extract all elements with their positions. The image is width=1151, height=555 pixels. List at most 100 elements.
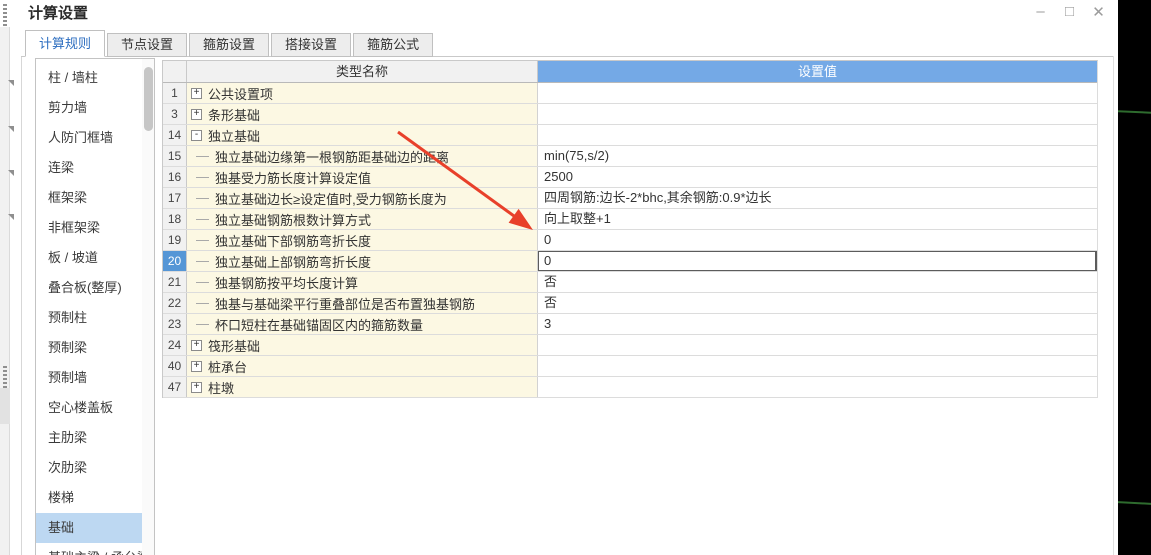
setting-value-cell[interactable]: 0	[538, 230, 1097, 250]
setting-value-cell[interactable]	[538, 335, 1097, 355]
setting-value-cell[interactable]: 向上取整+1	[538, 209, 1097, 229]
sidebar-item[interactable]: 次肋梁	[36, 453, 142, 483]
setting-value-cell[interactable]: 否	[538, 293, 1097, 313]
expand-icon[interactable]: +	[191, 381, 202, 393]
setting-name-cell[interactable]: 独基与基础梁平行重叠部位是否布置独基钢筋	[187, 293, 538, 313]
setting-value-cell[interactable]: 否	[538, 272, 1097, 292]
row-number[interactable]: 16	[163, 167, 187, 187]
setting-value-cell[interactable]	[538, 83, 1097, 103]
row-number[interactable]: 24	[163, 335, 187, 355]
tab-1[interactable]: 计算规则	[25, 30, 106, 57]
sidebar-item[interactable]: 基础主梁 / 承台梁	[36, 543, 142, 555]
row-number[interactable]: 1	[163, 83, 187, 103]
setting-name-cell[interactable]: + 桩承台	[187, 356, 538, 376]
setting-value-cell[interactable]: min(75,s/2)	[538, 146, 1097, 166]
setting-name-cell[interactable]: 杯口短柱在基础锚固区内的箍筋数量	[187, 314, 538, 334]
expand-icon[interactable]: +	[191, 339, 202, 351]
setting-value-cell[interactable]: 2500	[538, 167, 1097, 187]
column-header-setting-value[interactable]: 设置值	[538, 61, 1097, 82]
table-row: 15 独立基础边缘第一根钢筋距基础边的距离 min(75,s/2)	[163, 146, 1097, 167]
splitter-arrow-icon[interactable]	[8, 170, 14, 176]
row-number[interactable]: 19	[163, 230, 187, 250]
setting-name: 独立基础边缘第一根钢筋距基础边的距离	[215, 149, 450, 165]
setting-value-cell[interactable]: 四周钢筋:边长-2*bhc,其余钢筋:0.9*边长	[538, 188, 1097, 208]
setting-name-cell[interactable]: + 公共设置项	[187, 83, 538, 103]
tree-connector	[196, 323, 209, 325]
sidebar-item[interactable]: 叠合板(整厚)	[36, 273, 142, 303]
setting-value-cell[interactable]	[538, 377, 1097, 397]
setting-name-cell[interactable]: 独基钢筋按平均长度计算	[187, 272, 538, 292]
expand-icon[interactable]: +	[191, 87, 202, 99]
setting-name-cell[interactable]: 独立基础钢筋根数计算方式	[187, 209, 538, 229]
row-number[interactable]: 22	[163, 293, 187, 313]
sidebar-item[interactable]: 剪力墙	[36, 93, 142, 123]
setting-value-cell[interactable]	[538, 104, 1097, 124]
sidebar-item[interactable]: 框架梁	[36, 183, 142, 213]
sidebar-item[interactable]: 楼梯	[36, 483, 142, 513]
splitter-arrow-icon[interactable]	[8, 126, 14, 132]
setting-value-cell[interactable]: 3	[538, 314, 1097, 334]
drag-handle-icon[interactable]	[3, 366, 7, 388]
tab-2[interactable]: 节点设置	[107, 33, 188, 57]
table-row: 14- 独立基础	[163, 125, 1097, 146]
setting-name-cell[interactable]: 独立基础边缘第一根钢筋距基础边的距离	[187, 146, 538, 166]
row-number[interactable]: 14	[163, 125, 187, 145]
sidebar-scrollbar[interactable]	[142, 59, 154, 555]
column-header-type-name[interactable]: 类型名称	[187, 61, 538, 82]
setting-value-cell[interactable]	[538, 356, 1097, 376]
row-number[interactable]: 47	[163, 377, 187, 397]
minimize-icon[interactable]: –	[1030, 1, 1051, 22]
splitter-arrow-icon[interactable]	[8, 214, 14, 220]
dialog-title: 计算设置	[28, 5, 89, 22]
row-number[interactable]: 17	[163, 188, 187, 208]
setting-name-cell[interactable]: 独立基础上部钢筋弯折长度	[187, 251, 538, 271]
sidebar-item[interactable]: 预制梁	[36, 333, 142, 363]
expand-icon[interactable]: +	[191, 108, 202, 120]
sidebar-item[interactable]: 预制柱	[36, 303, 142, 333]
sidebar-item[interactable]: 板 / 坡道	[36, 243, 142, 273]
app-edge-strip	[0, 27, 10, 555]
splitter-arrow-icon[interactable]	[8, 80, 14, 86]
setting-name-cell[interactable]: 独基受力筋长度计算设定值	[187, 167, 538, 187]
row-number[interactable]: 23	[163, 314, 187, 334]
setting-name: 筏形基础	[208, 338, 261, 354]
setting-name-cell[interactable]: - 独立基础	[187, 125, 538, 145]
setting-value-input[interactable]: 0	[538, 251, 1097, 271]
row-number[interactable]: 40	[163, 356, 187, 376]
sidebar-item[interactable]: 柱 / 墙柱	[36, 63, 142, 93]
sidebar-scrollbar-thumb[interactable]	[144, 67, 153, 131]
maximize-icon[interactable]: □	[1059, 1, 1080, 22]
setting-name-cell[interactable]: + 柱墩	[187, 377, 538, 397]
setting-name: 独立基础钢筋根数计算方式	[215, 212, 372, 228]
table-row: 1 + 公共设置项	[163, 83, 1097, 104]
setting-name-cell[interactable]: 独立基础边长≥设定值时,受力钢筋长度为	[187, 188, 538, 208]
tab-4[interactable]: 搭接设置	[271, 33, 352, 57]
tab-3[interactable]: 箍筋设置	[189, 33, 270, 57]
row-number[interactable]: 15	[163, 146, 187, 166]
sidebar-item[interactable]: 连梁	[36, 153, 142, 183]
setting-name-cell[interactable]: 独立基础下部钢筋弯折长度	[187, 230, 538, 250]
sidebar-item[interactable]: 基础	[36, 513, 142, 543]
collapse-icon[interactable]: -	[191, 129, 202, 141]
setting-value-cell[interactable]	[538, 125, 1097, 145]
tab-5[interactable]: 箍筋公式	[353, 33, 434, 57]
settings-table: 类型名称 设置值 1 + 公共设置项 3 + 条形基础 14- 独立基础 15 独立基础边缘第一根…	[162, 60, 1098, 398]
setting-name-cell[interactable]: + 筏形基础	[187, 335, 538, 355]
table-row: 16 独基受力筋长度计算设定值 2500	[163, 167, 1097, 188]
drag-handle-icon[interactable]	[3, 4, 7, 26]
expand-icon[interactable]: +	[191, 360, 202, 372]
sidebar-item[interactable]: 空心楼盖板	[36, 393, 142, 423]
row-number[interactable]: 18	[163, 209, 187, 229]
sidebar-item[interactable]: 主肋梁	[36, 423, 142, 453]
sidebar-item[interactable]: 人防门框墙	[36, 123, 142, 153]
row-number[interactable]: 3	[163, 104, 187, 124]
setting-name: 桩承台	[208, 359, 248, 375]
row-number[interactable]: 20	[163, 251, 187, 271]
table-row: 18 独立基础钢筋根数计算方式 向上取整+1	[163, 209, 1097, 230]
setting-name-cell[interactable]: + 条形基础	[187, 104, 538, 124]
row-number[interactable]: 21	[163, 272, 187, 292]
sidebar-item[interactable]: 非框架梁	[36, 213, 142, 243]
sidebar-item[interactable]: 预制墙	[36, 363, 142, 393]
setting-name: 柱墩	[208, 380, 235, 396]
close-icon[interactable]: ✕	[1088, 1, 1109, 22]
